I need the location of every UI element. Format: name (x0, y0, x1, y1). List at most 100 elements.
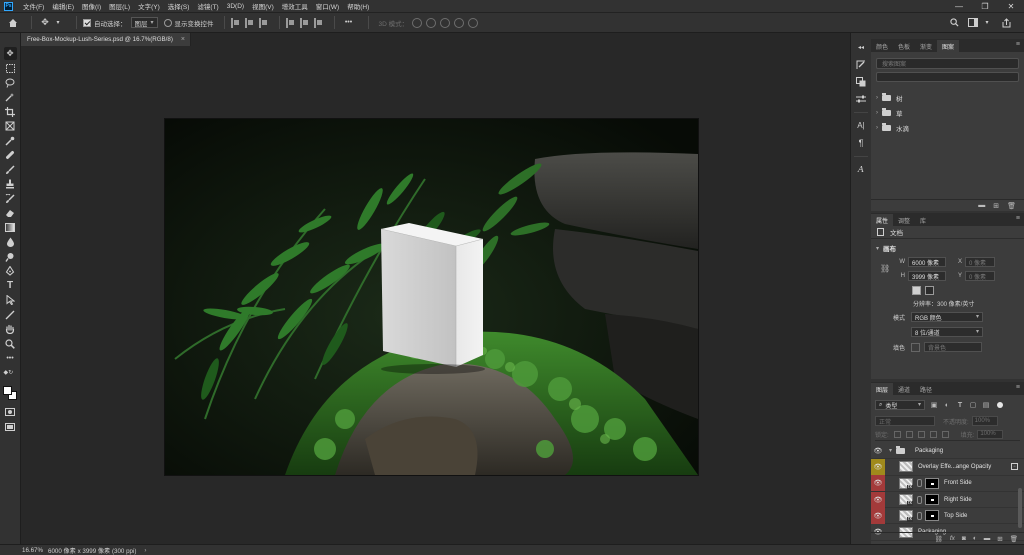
move-tool-icon[interactable]: ✥ (38, 16, 52, 30)
link-icon[interactable]: ⛓ (935, 535, 943, 543)
mask-icon[interactable]: ◙ (962, 535, 966, 542)
layer-row-top-side[interactable]: 👁 Top Side (871, 507, 1024, 525)
close-tab-icon[interactable]: × (181, 36, 185, 43)
lock-transparency-icon[interactable] (893, 430, 901, 438)
fill-color-swatch[interactable] (911, 342, 920, 352)
tab-adjustments[interactable]: 调整 (893, 214, 915, 226)
trash-icon[interactable]: 🗑 (1010, 535, 1018, 543)
type-tool-icon[interactable]: T (4, 279, 17, 292)
3d-pan-icon[interactable] (440, 17, 451, 28)
portrait-icon[interactable] (912, 286, 921, 295)
tab-libraries[interactable]: 库 (915, 214, 931, 226)
paragraph-icon[interactable]: ¶ (855, 136, 868, 149)
zoom-tool-icon[interactable] (4, 337, 17, 350)
mode-dropdown[interactable]: RGB 颜色 (911, 312, 983, 322)
fill-field[interactable]: 100% (977, 429, 1004, 439)
eraser-tool-icon[interactable] (4, 207, 17, 220)
visibility-eye-icon[interactable]: 👁 (871, 507, 885, 524)
fx-icon[interactable]: fx (950, 535, 955, 542)
clone-stamp-tool-icon[interactable] (4, 178, 17, 191)
align-center-icon[interactable] (244, 17, 255, 28)
align-right-icon[interactable] (258, 17, 269, 28)
mask-link-icon[interactable] (917, 479, 922, 488)
lock-all-icon[interactable] (941, 430, 949, 438)
glyphs-icon[interactable]: A (855, 163, 868, 176)
blend-mode-dropdown[interactable]: 正常 (875, 416, 935, 426)
fill-dropdown[interactable]: 背景色 (924, 342, 982, 352)
path-selection-tool-icon[interactable] (4, 294, 17, 307)
visibility-eye-icon[interactable]: 👁 (871, 475, 885, 492)
menu-help[interactable]: 帮助(H) (343, 1, 373, 11)
filter-adjustment-icon[interactable]: ◐ (943, 401, 951, 409)
restore-button[interactable]: ❐ (972, 2, 998, 11)
brush-tool-icon[interactable] (4, 163, 17, 176)
panel-menu-icon[interactable]: ≡ (1016, 215, 1020, 222)
auto-select-checkbox[interactable] (83, 18, 91, 27)
3d-scale-icon[interactable] (468, 17, 479, 28)
pattern-group[interactable]: › 草 (871, 105, 1024, 120)
menu-filter[interactable]: 滤镜(T) (193, 1, 222, 11)
layer-row-front-side[interactable]: 👁 Front Side (871, 475, 1024, 492)
collapse-icon[interactable]: ◂◂ (855, 41, 868, 54)
tab-gradients[interactable]: 渐变 (915, 40, 937, 52)
bit-depth-dropdown[interactable]: 8 位/通道 (911, 327, 983, 337)
screen-mode-icon[interactable] (4, 420, 17, 433)
home-icon[interactable] (6, 16, 20, 30)
auto-select-target-dropdown[interactable]: 图层 (130, 17, 158, 28)
document-tab[interactable]: Free-Box-Mockup-Lush-Series.psd @ 16.7%(… (21, 33, 191, 46)
menu-edit[interactable]: 编辑(E) (48, 1, 78, 11)
align-middle-icon[interactable] (299, 17, 310, 28)
zoom-level[interactable]: 16.67% (22, 547, 48, 554)
x-field[interactable]: 0 像素 (965, 257, 995, 267)
line-tool-icon[interactable] (4, 308, 17, 321)
more-tools-icon[interactable]: ••• (4, 352, 17, 365)
align-left-icon[interactable] (230, 17, 241, 28)
folder-icon[interactable]: ▬ (984, 535, 991, 542)
chevron-down-icon[interactable]: ▾ (889, 447, 892, 454)
lock-artboard-icon[interactable] (929, 430, 937, 438)
minimize-button[interactable]: — (946, 2, 972, 11)
tab-channels[interactable]: 通道 (893, 383, 915, 395)
layer-row-packaging-group[interactable]: 👁 ▾ Packaging (871, 443, 1024, 460)
tab-layers[interactable]: 图层 (871, 383, 894, 395)
align-top-icon[interactable] (285, 17, 296, 28)
chevron-down-icon[interactable]: ▾ (51, 16, 65, 30)
tab-properties[interactable]: 属性 (871, 214, 894, 226)
trash-icon[interactable]: 🗑 (1007, 202, 1016, 210)
3d-roll-icon[interactable] (426, 17, 437, 28)
menu-view[interactable]: 视图(V) (248, 1, 278, 11)
chevron-right-icon[interactable]: › (876, 125, 878, 131)
opacity-field[interactable]: 100% (971, 416, 998, 426)
chevron-down-icon[interactable]: ▾ (876, 245, 879, 252)
lock-pixels-icon[interactable] (905, 430, 913, 438)
height-field[interactable]: 3999 像素 (908, 271, 946, 281)
share-icon[interactable] (999, 16, 1013, 30)
layer-mask-thumbnail[interactable] (925, 510, 939, 522)
more-options-icon[interactable]: ••• (341, 16, 357, 30)
gradient-tool-icon[interactable] (4, 221, 17, 234)
link-icon[interactable]: ⛓ (880, 264, 890, 273)
blur-tool-icon[interactable] (4, 236, 17, 249)
tab-patterns[interactable]: 图案 (937, 40, 960, 52)
y-field[interactable]: 0 像素 (965, 271, 995, 281)
tab-paths[interactable]: 路径 (915, 383, 937, 395)
filter-toggle[interactable] (997, 402, 1003, 408)
lock-position-icon[interactable] (917, 430, 925, 438)
filter-pixel-icon[interactable]: ▣ (930, 401, 938, 409)
history-icon[interactable] (855, 58, 868, 71)
search-icon[interactable] (947, 16, 961, 30)
document-canvas[interactable] (165, 119, 698, 475)
3d-slide-icon[interactable] (454, 17, 465, 28)
pattern-group[interactable]: › 水滴 (871, 120, 1024, 135)
menu-plugins[interactable]: 增效工具 (278, 1, 312, 11)
new-layer-icon[interactable]: ⊞ (997, 535, 1002, 543)
show-transform-checkbox[interactable] (163, 18, 172, 27)
chevron-right-icon[interactable]: › (876, 95, 878, 101)
align-bottom-icon[interactable] (313, 17, 324, 28)
menu-3d[interactable]: 3D(D) (223, 3, 248, 10)
filter-type-icon[interactable]: T (956, 401, 964, 409)
new-group-icon[interactable]: ▬ (978, 202, 985, 209)
healing-brush-tool-icon[interactable] (4, 149, 17, 162)
hand-tool-icon[interactable] (4, 323, 17, 336)
history-brush-tool-icon[interactable] (4, 192, 17, 205)
